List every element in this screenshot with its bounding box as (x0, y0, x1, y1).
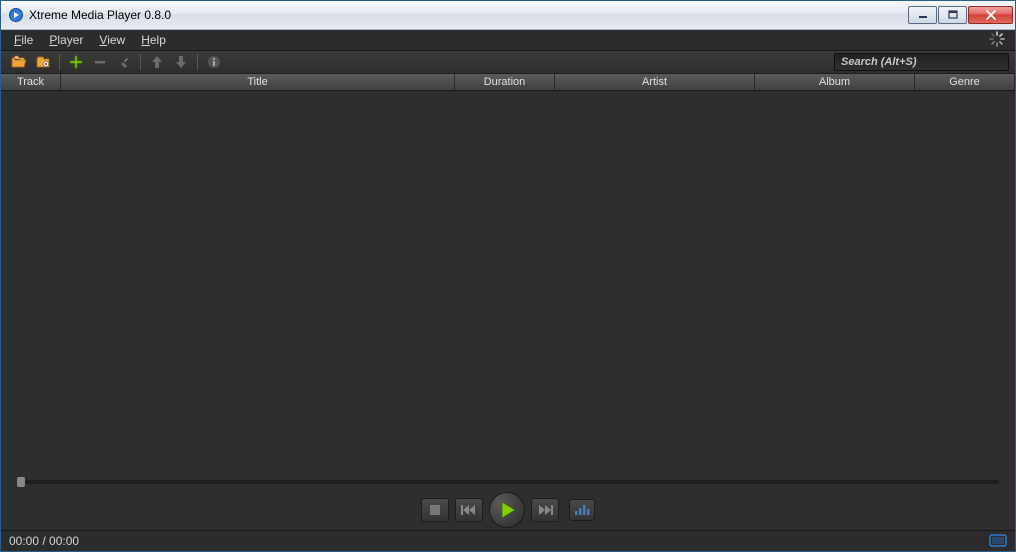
busy-spinner-icon (989, 31, 1005, 50)
menu-help[interactable]: Help (133, 31, 174, 49)
maximize-button[interactable] (938, 6, 967, 24)
column-track[interactable]: Track (1, 74, 61, 90)
toolbar: Search (Alt+S) (1, 51, 1015, 74)
app-icon (8, 7, 24, 23)
remove-button[interactable] (88, 52, 112, 72)
seek-area (1, 474, 1015, 490)
window-title: Xtreme Media Player 0.8.0 (29, 8, 908, 22)
column-album[interactable]: Album (755, 74, 915, 90)
close-button[interactable] (968, 6, 1013, 24)
seek-thumb[interactable] (17, 477, 25, 487)
clear-button[interactable] (112, 52, 136, 72)
equalizer-button[interactable] (569, 499, 595, 521)
search-placeholder: Search (Alt+S) (841, 56, 917, 68)
playlist-header: Track Title Duration Artist Album Genre (1, 74, 1015, 91)
column-title[interactable]: Title (61, 74, 455, 90)
next-button[interactable] (531, 498, 559, 522)
add-button[interactable] (64, 52, 88, 72)
toolbar-separator (140, 54, 141, 70)
previous-button[interactable] (455, 498, 483, 522)
playback-controls (1, 490, 1015, 530)
open-folder-button[interactable] (31, 52, 55, 72)
open-file-button[interactable] (7, 52, 31, 72)
titlebar: Xtreme Media Player 0.8.0 (1, 1, 1015, 30)
info-button[interactable] (202, 52, 226, 72)
column-duration[interactable]: Duration (455, 74, 555, 90)
window-controls (908, 6, 1013, 24)
seek-slider[interactable] (17, 480, 999, 484)
move-down-button[interactable] (169, 52, 193, 72)
column-artist[interactable]: Artist (555, 74, 755, 90)
menu-player[interactable]: Player (41, 31, 91, 49)
minimize-button[interactable] (908, 6, 937, 24)
toolbar-separator (59, 54, 60, 70)
column-genre[interactable]: Genre (915, 74, 1015, 90)
play-button[interactable] (489, 492, 525, 528)
move-up-button[interactable] (145, 52, 169, 72)
stop-button[interactable] (421, 498, 449, 522)
toolbar-separator (197, 54, 198, 70)
time-display: 00:00 / 00:00 (9, 534, 79, 548)
statusbar: 00:00 / 00:00 (1, 530, 1015, 551)
app-window: Xtreme Media Player 0.8.0 File Player Vi… (0, 0, 1016, 552)
menubar: File Player View Help (1, 30, 1015, 51)
search-input[interactable]: Search (Alt+S) (834, 53, 1009, 71)
menu-view[interactable]: View (91, 31, 133, 49)
playlist-area[interactable] (1, 91, 1015, 474)
display-mode-icon[interactable] (989, 534, 1007, 548)
menu-file[interactable]: File (6, 31, 41, 49)
